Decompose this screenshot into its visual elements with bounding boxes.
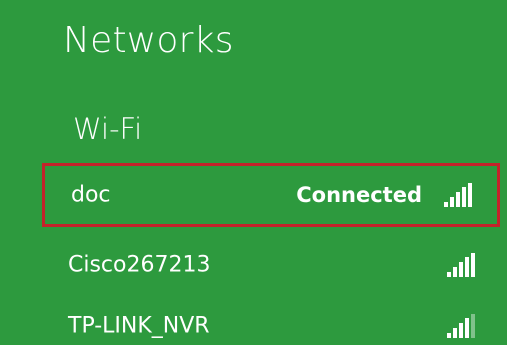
network-name: doc — [71, 182, 111, 208]
wifi-signal-icon — [447, 314, 478, 338]
wifi-signal-icon — [444, 183, 475, 207]
network-name: TP-LINK_NVR — [68, 313, 210, 339]
connection-status: Connected — [296, 183, 422, 207]
page-title: Networks — [63, 20, 234, 61]
wifi-signal-icon — [447, 253, 478, 277]
network-item-cisco267213[interactable]: Cisco267213 — [42, 233, 500, 297]
networks-panel: Networks Wi-Fi doc Connected Cisco267213… — [0, 0, 507, 345]
network-item-tp-link-nvr[interactable]: TP-LINK_NVR — [42, 294, 500, 345]
network-item-doc[interactable]: doc Connected — [42, 163, 500, 227]
network-name: Cisco267213 — [68, 252, 211, 278]
section-header-wifi: Wi-Fi — [73, 112, 143, 146]
